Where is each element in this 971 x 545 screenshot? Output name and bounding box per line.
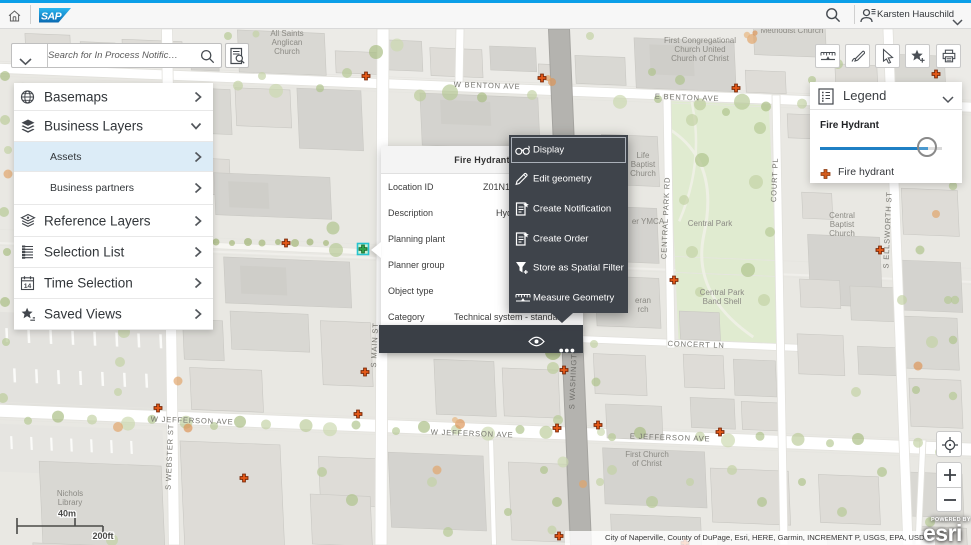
svg-text:Nichols: Nichols: [57, 489, 83, 498]
svg-text:eran: eran: [635, 296, 651, 305]
svg-text:Baptist: Baptist: [830, 220, 855, 229]
svg-text:SAP: SAP: [41, 11, 63, 23]
svg-text:200ft: 200ft: [92, 531, 113, 540]
svg-text:Church: Church: [630, 169, 656, 178]
svg-text:er YMCA: er YMCA: [632, 217, 665, 226]
svg-text:Life: Life: [637, 151, 650, 160]
svg-text:Central: Central: [829, 211, 855, 220]
svg-text:Church of Christ: Church of Christ: [671, 54, 730, 63]
svg-text:Central Park: Central Park: [688, 219, 733, 228]
svg-text:All Saints: All Saints: [270, 29, 303, 38]
svg-text:Church: Church: [274, 47, 300, 56]
svg-text:Church: Church: [829, 229, 855, 238]
svg-text:Band Shell: Band Shell: [703, 297, 742, 306]
svg-text:First Church: First Church: [625, 450, 669, 459]
svg-text:Anglican: Anglican: [272, 38, 303, 47]
svg-text:40m: 40m: [58, 510, 76, 519]
svg-text:14: 14: [24, 283, 32, 290]
svg-text:Church United: Church United: [674, 45, 725, 54]
svg-text:First Congregational: First Congregational: [664, 36, 736, 45]
svg-text:Library: Library: [58, 498, 82, 507]
svg-text:Central Park: Central Park: [700, 288, 745, 297]
svg-text:Baptist: Baptist: [631, 160, 656, 169]
svg-text:rch: rch: [637, 305, 648, 314]
svg-text:of Christ: of Christ: [632, 459, 663, 468]
